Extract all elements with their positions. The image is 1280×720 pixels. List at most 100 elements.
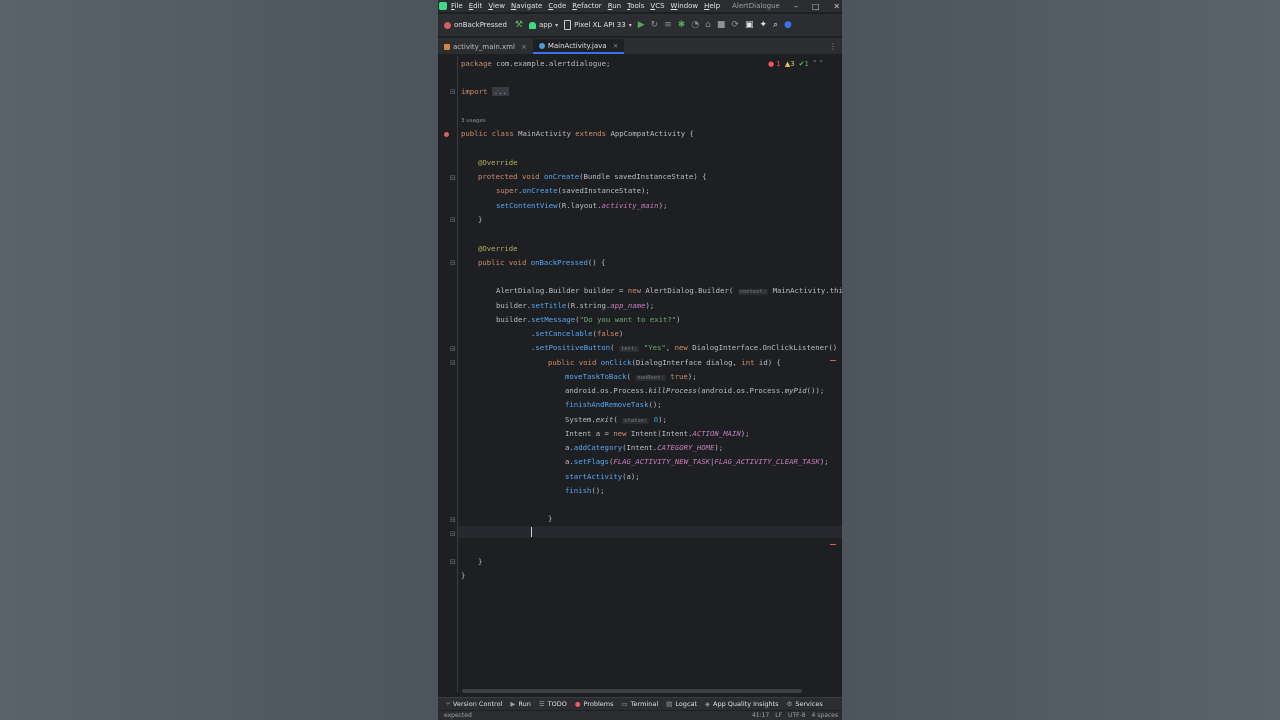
- tool-label: Terminal: [630, 700, 659, 708]
- minimize-icon[interactable]: –: [794, 2, 798, 11]
- constant: CATEGORY_HOME: [657, 443, 715, 452]
- code-line: AlertDialog.Builder builder = new AlertD…: [496, 286, 842, 297]
- insights-icon: ◈: [705, 700, 711, 708]
- tab-activity-main-xml[interactable]: activity_main.xml ×: [438, 39, 533, 54]
- param-hint: text:: [618, 346, 640, 352]
- method-call: onCreate: [522, 186, 558, 195]
- keyword: extends: [575, 129, 607, 138]
- tool-run[interactable]: ▶ Run: [510, 700, 530, 708]
- module-selector[interactable]: app ▾: [528, 21, 558, 29]
- menu-refactor[interactable]: Refactor: [572, 2, 601, 10]
- fold-icon[interactable]: ⊟: [450, 174, 456, 182]
- tool-todo[interactable]: ☰ TODO: [539, 700, 567, 708]
- error-stripe-mark[interactable]: [830, 544, 836, 545]
- code-line: }: [461, 571, 466, 580]
- caret-position[interactable]: 41:17: [752, 712, 769, 719]
- code-line: android.os.Process.killProcess(android.o…: [565, 386, 825, 395]
- line-separator[interactable]: LF: [775, 712, 782, 719]
- code-line: a.setFlags(FLAG_ACTIVITY_NEW_TASK|FLAG_A…: [565, 457, 829, 466]
- constant: FLAG_ACTIVITY_NEW_TASK: [613, 457, 711, 466]
- code-line: super.onCreate(savedInstanceState);: [496, 186, 650, 195]
- fold-icon[interactable]: ⊟: [450, 516, 456, 524]
- attach-debugger-icon[interactable]: ⌂: [705, 20, 711, 30]
- indent-setting[interactable]: 4 spaces: [812, 712, 838, 719]
- menu-file[interactable]: File: [451, 2, 463, 10]
- file-encoding[interactable]: UTF-8: [788, 712, 806, 719]
- xml-file-icon: [444, 43, 450, 50]
- tool-version-control[interactable]: ⑂ Version Control: [446, 700, 502, 708]
- fold-icon[interactable]: ⊟: [450, 88, 456, 96]
- menu-navigate[interactable]: Navigate: [511, 2, 542, 10]
- run-play-icon[interactable]: ▶: [638, 20, 645, 30]
- code-line: a.addCategory(Intent.CATEGORY_HOME);: [565, 443, 724, 452]
- run-config-selector[interactable]: onBackPressed: [444, 21, 507, 29]
- device-manager-icon[interactable]: ▣: [745, 20, 754, 30]
- method-call: setContentView: [496, 201, 558, 210]
- r-ref: R.layout.: [561, 201, 602, 210]
- phone-device-icon: [564, 20, 572, 30]
- method-call: setTitle: [531, 301, 567, 310]
- close-window-icon[interactable]: ✕: [833, 2, 840, 11]
- tool-app-quality-insights[interactable]: ◈ App Quality Insights: [705, 700, 778, 708]
- method-call: setFlags: [573, 457, 609, 466]
- more-vertical-icon[interactable]: ⋮: [829, 42, 837, 51]
- search-icon[interactable]: ⌕: [773, 20, 778, 30]
- import-fold[interactable]: ...: [491, 87, 509, 96]
- menu-window[interactable]: Window: [671, 2, 699, 10]
- fold-icon[interactable]: ⊟: [450, 530, 456, 538]
- horizontal-scrollbar[interactable]: [462, 689, 802, 693]
- code-area[interactable]: package com.example.alertdialogue; impor…: [461, 56, 842, 696]
- close-tab-icon[interactable]: ×: [613, 42, 619, 50]
- gutter-divider: [457, 56, 458, 692]
- tool-label: Services: [795, 700, 823, 708]
- status-message[interactable]: expected: [444, 712, 472, 719]
- code-line: public void onBackPressed() {: [478, 258, 606, 267]
- apply-changes-icon[interactable]: ≡: [664, 20, 672, 30]
- maximize-icon[interactable]: □: [812, 2, 820, 11]
- fold-icon[interactable]: ⊟: [450, 259, 456, 267]
- tool-logcat[interactable]: ▤ Logcat: [666, 700, 697, 708]
- constant: FLAG_ACTIVITY_CLEAR_TASK: [714, 457, 820, 466]
- error-stripe-mark[interactable]: [830, 360, 836, 361]
- string-literal: "Do you want to exit?": [579, 315, 677, 324]
- menu-code[interactable]: Code: [548, 2, 566, 10]
- play-icon: ▶: [510, 700, 516, 708]
- code-line: protected void onCreate(Bundle savedInst…: [478, 172, 707, 181]
- tab-mainactivity-java[interactable]: MainActivity.java ×: [532, 39, 625, 54]
- tool-services[interactable]: ⚙ Services: [787, 700, 823, 708]
- code-editor[interactable]: ⊟ ⊟ ⊟ ⊟ ⊟ ⊟ ⊟ ⊟ ⊟ ● 1 ▲3 ✔1 ˄ ˅ package …: [438, 56, 842, 696]
- rerun-icon[interactable]: ↻: [651, 20, 659, 30]
- build-hammer-icon[interactable]: ⚒: [515, 20, 523, 30]
- menu-view[interactable]: View: [488, 2, 505, 10]
- fold-icon[interactable]: ⊟: [450, 359, 456, 367]
- code-line: }: [548, 514, 553, 523]
- method-call: setMessage: [531, 315, 576, 324]
- menu-run[interactable]: Run: [608, 2, 621, 10]
- fold-icon[interactable]: ⊟: [450, 345, 456, 353]
- menu-tools[interactable]: Tools: [627, 2, 644, 10]
- var: builder: [496, 301, 527, 310]
- sync-gradle-icon[interactable]: ⟳: [731, 20, 739, 30]
- sdk-manager-icon[interactable]: ✦: [759, 20, 767, 30]
- usages-hint[interactable]: 3 usages: [461, 116, 486, 126]
- update-icon[interactable]: ●: [784, 20, 792, 30]
- fold-icon[interactable]: ⊟: [450, 558, 456, 566]
- fold-icon[interactable]: ⊟: [450, 216, 456, 224]
- debug-bug-icon[interactable]: ✱: [678, 20, 686, 30]
- tool-terminal[interactable]: ▭ Terminal: [622, 700, 659, 708]
- code-line: finish();: [565, 486, 605, 495]
- profile-icon[interactable]: ◔: [691, 20, 699, 30]
- anon-class: DialogInterface.OnClickListener() {: [692, 343, 842, 352]
- tool-problems[interactable]: ● Problems: [575, 700, 614, 708]
- menu-edit[interactable]: Edit: [469, 2, 483, 10]
- close-tab-icon[interactable]: ×: [521, 43, 527, 51]
- method-call: startActivity: [565, 472, 623, 481]
- menu-help[interactable]: Help: [704, 2, 720, 10]
- stop-icon[interactable]: ■: [717, 20, 726, 30]
- keyword: false: [596, 329, 619, 338]
- param: Bundle savedInstanceState: [583, 172, 694, 181]
- package-name: com.example.alertdialogue: [496, 59, 606, 68]
- device-selector[interactable]: Pixel XL API 33 ▾: [564, 20, 632, 30]
- var: builder: [496, 315, 527, 324]
- menu-vcs[interactable]: VCS: [650, 2, 664, 10]
